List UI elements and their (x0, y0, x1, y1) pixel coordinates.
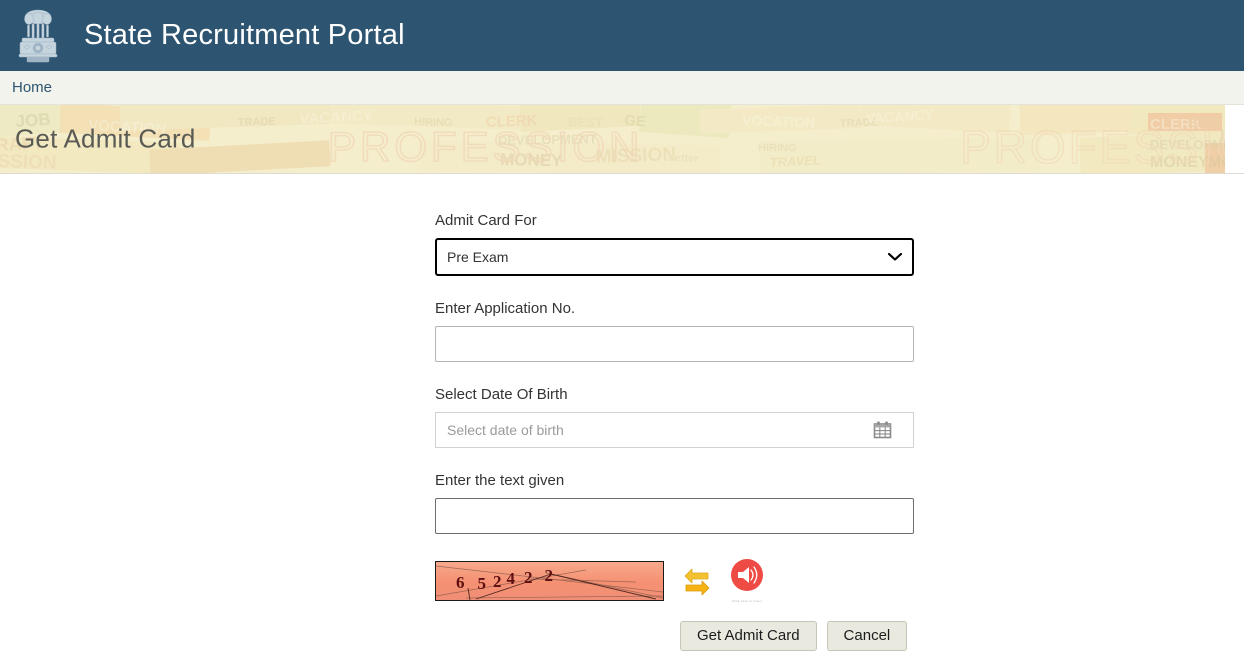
captcha-row: 6 5 2 4 2 2 Click here to listen (435, 558, 914, 603)
get-admit-card-button[interactable]: Get Admit Card (680, 621, 817, 651)
label-application-no: Enter Application No. (435, 300, 576, 317)
captcha-digit-4: 4 (506, 568, 516, 588)
field-captcha-text: Enter the text given (435, 472, 914, 534)
captcha-digit-3: 2 (493, 571, 502, 591)
label-captcha-text: Enter the text given (435, 472, 565, 489)
refresh-icon[interactable] (682, 564, 712, 598)
cancel-button[interactable]: Cancel (826, 621, 908, 651)
captcha-text-input[interactable] (435, 498, 914, 534)
captcha-digit-6: 2 (544, 565, 554, 585)
admit-card-for-select[interactable]: Pre Exam (435, 238, 914, 276)
site-header: State Recruitment Portal (0, 0, 1244, 71)
label-date-of-birth: Select Date Of Birth (435, 386, 568, 403)
field-date-of-birth: Select Date Of Birth (435, 386, 914, 448)
calendar-icon[interactable] (873, 421, 892, 439)
label-admit-card-for: Admit Card For (435, 212, 537, 229)
audio-speaker-icon (731, 559, 763, 591)
captcha-code: 6 5 2 4 2 2 (436, 562, 663, 600)
audio-captcha-caption: Click here to listen (731, 599, 763, 603)
captcha-digit-2: 5 (477, 573, 487, 593)
banner-right-gap (1225, 105, 1244, 173)
audio-captcha-button[interactable]: Click here to listen (730, 558, 764, 603)
admit-card-form: Admit Card For Pre Exam Enter Applicatio… (0, 174, 1244, 651)
field-application-no: Enter Application No. (435, 300, 914, 362)
site-title: State Recruitment Portal (84, 19, 405, 51)
form-button-row: Get Admit Card Cancel (680, 621, 1244, 651)
nav-item-home[interactable]: Home (12, 79, 52, 96)
page-banner: JOB VOCATION TRADE VACANCY HIRING CLERK … (0, 105, 1244, 174)
date-of-birth-input[interactable] (435, 412, 914, 448)
field-admit-card-for: Admit Card For Pre Exam (435, 212, 914, 276)
main-navbar: Home (0, 71, 1244, 105)
captcha-digit-1: 6 (456, 572, 465, 592)
national-emblem-icon (14, 6, 62, 68)
captcha-digit-5: 2 (524, 567, 533, 587)
page-title: Get Admit Card (15, 123, 196, 154)
application-no-input[interactable] (435, 326, 914, 362)
captcha-image: 6 5 2 4 2 2 (435, 560, 664, 601)
